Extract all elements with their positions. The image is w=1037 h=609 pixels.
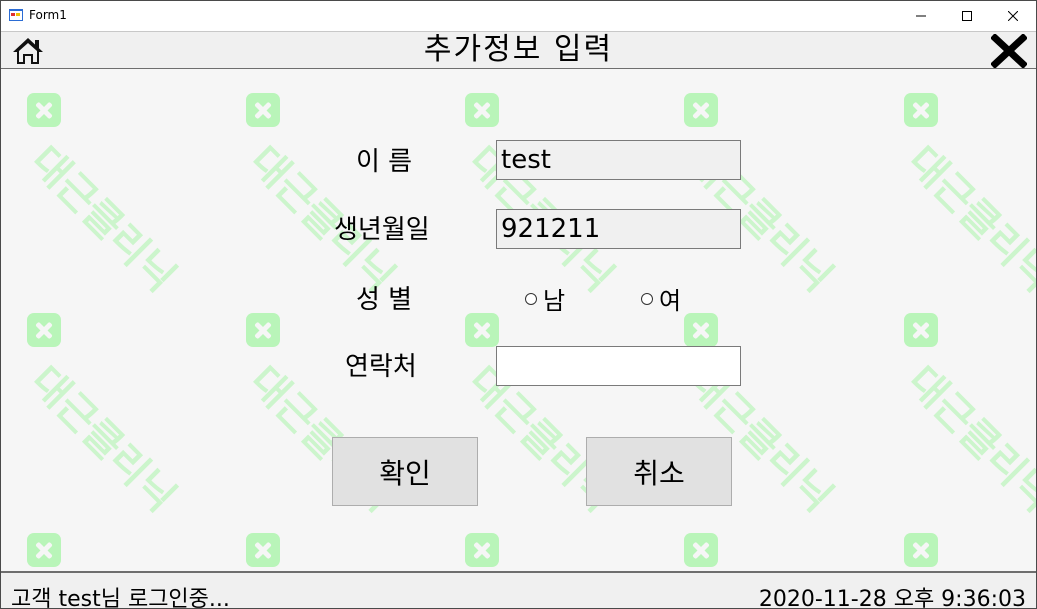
radio-circle-icon bbox=[641, 292, 653, 305]
app-icon bbox=[9, 9, 23, 21]
cancel-button[interactable]: 취소 bbox=[586, 437, 732, 506]
datetime-display: 2020-11-28 오후 9:36:03 bbox=[758, 587, 1026, 609]
clinic-badge-icon bbox=[246, 533, 280, 567]
close-x-icon[interactable] bbox=[991, 34, 1027, 68]
clinic-badge-icon bbox=[904, 313, 938, 347]
clinic-badge-icon bbox=[904, 93, 938, 127]
gender-label: 성 별 bbox=[356, 285, 413, 315]
window-close-button[interactable] bbox=[990, 1, 1036, 31]
gender-female-radio[interactable]: 여 bbox=[641, 281, 681, 316]
home-icon[interactable] bbox=[11, 36, 45, 66]
close-icon bbox=[1008, 11, 1018, 21]
clinic-badge-icon bbox=[27, 93, 61, 127]
clinic-badge-icon bbox=[465, 93, 499, 127]
login-status: 고객 test님 로그인중... bbox=[11, 587, 230, 609]
confirm-button[interactable]: 확인 bbox=[332, 437, 478, 506]
contact-label: 연락처 bbox=[345, 352, 417, 382]
name-field[interactable]: test bbox=[496, 140, 741, 180]
window-titlebar[interactable]: Form1 bbox=[1, 1, 1036, 31]
birthdate-field[interactable]: 921211 bbox=[496, 209, 741, 249]
clinic-badge-icon bbox=[465, 313, 499, 347]
contact-field[interactable] bbox=[496, 346, 741, 386]
maximize-button[interactable] bbox=[944, 1, 990, 31]
main-content: 대근클리닉 대근클리닉 대근클리닉 대근클리닉 대근클리닉 대근클리닉 대근클리… bbox=[1, 69, 1036, 571]
maximize-icon bbox=[962, 11, 972, 21]
gender-female-label: 여 bbox=[659, 287, 682, 315]
clinic-badge-icon bbox=[27, 313, 61, 347]
clinic-badge-icon bbox=[27, 533, 61, 567]
minimize-icon bbox=[916, 15, 926, 17]
clinic-badge-icon bbox=[246, 93, 280, 127]
birthdate-label: 생년월일 bbox=[334, 215, 430, 245]
clinic-badge-icon bbox=[904, 533, 938, 567]
radio-circle-icon bbox=[525, 292, 537, 305]
window-title: Form1 bbox=[29, 8, 67, 22]
app-window: Form1 추가정보 입력 대근클리닉 대근클리닉 대근클리닉 대근클리닉 대근… bbox=[0, 0, 1037, 609]
clinic-badge-icon bbox=[465, 533, 499, 567]
clinic-badge-icon bbox=[684, 93, 718, 127]
minimize-button[interactable] bbox=[898, 1, 944, 31]
clinic-badge-icon bbox=[246, 313, 280, 347]
status-bar: 고객 test님 로그인중... 2020-11-28 오후 9:36:03 bbox=[1, 571, 1036, 609]
clinic-badge-icon bbox=[684, 533, 718, 567]
gender-male-radio[interactable]: 남 bbox=[525, 281, 565, 316]
clinic-badge-icon bbox=[684, 313, 718, 347]
gender-male-label: 남 bbox=[543, 287, 566, 315]
name-label: 이 름 bbox=[356, 147, 413, 177]
page-title: 추가정보 입력 bbox=[423, 32, 614, 67]
page-header: 추가정보 입력 bbox=[1, 31, 1036, 70]
